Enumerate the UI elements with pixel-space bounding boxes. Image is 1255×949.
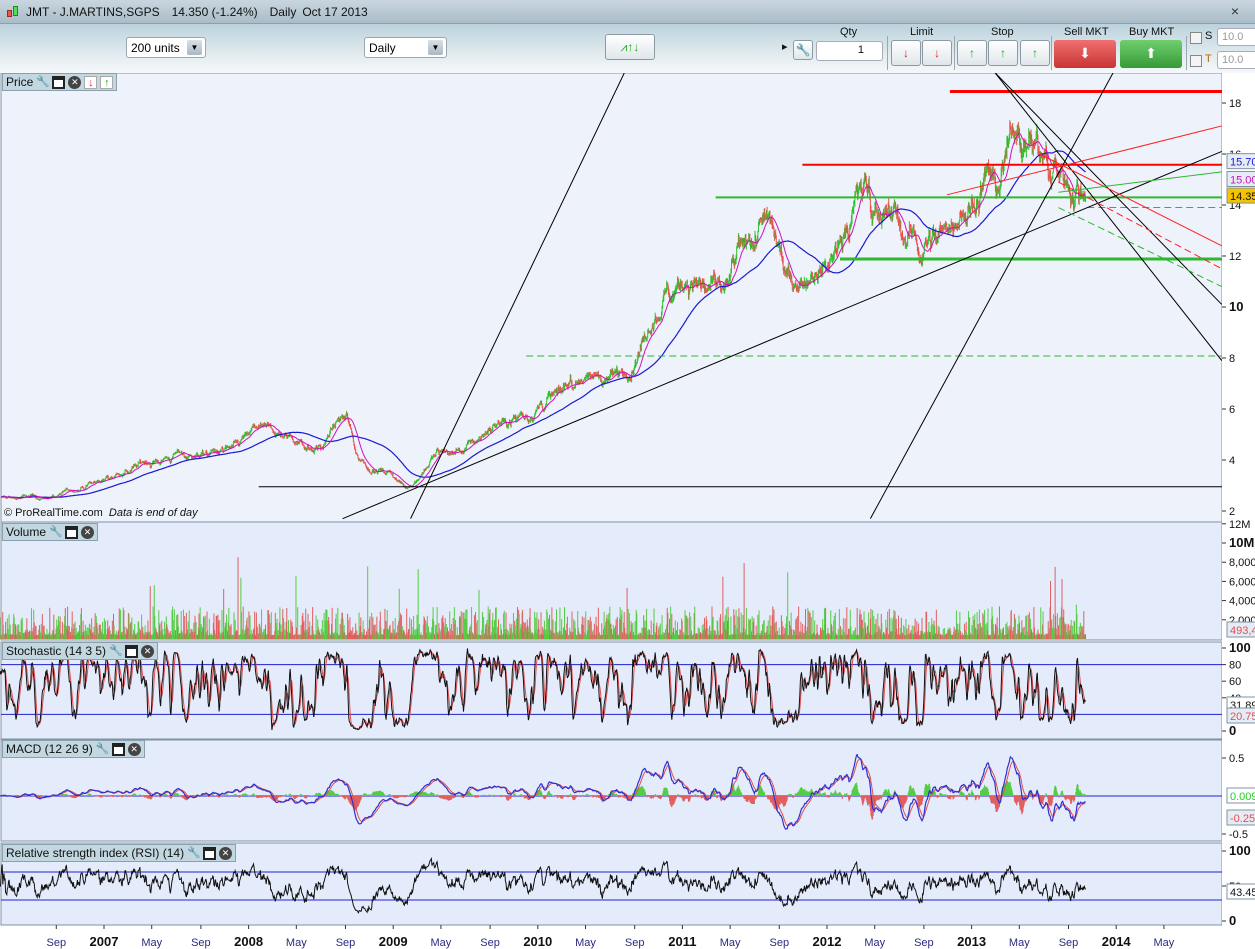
chart-canvas[interactable]: 1816141210864212M10M8,0006,0004,0002,000… [0,0,1255,949]
panel-background [0,521,1223,641]
panel-background [0,739,1223,842]
